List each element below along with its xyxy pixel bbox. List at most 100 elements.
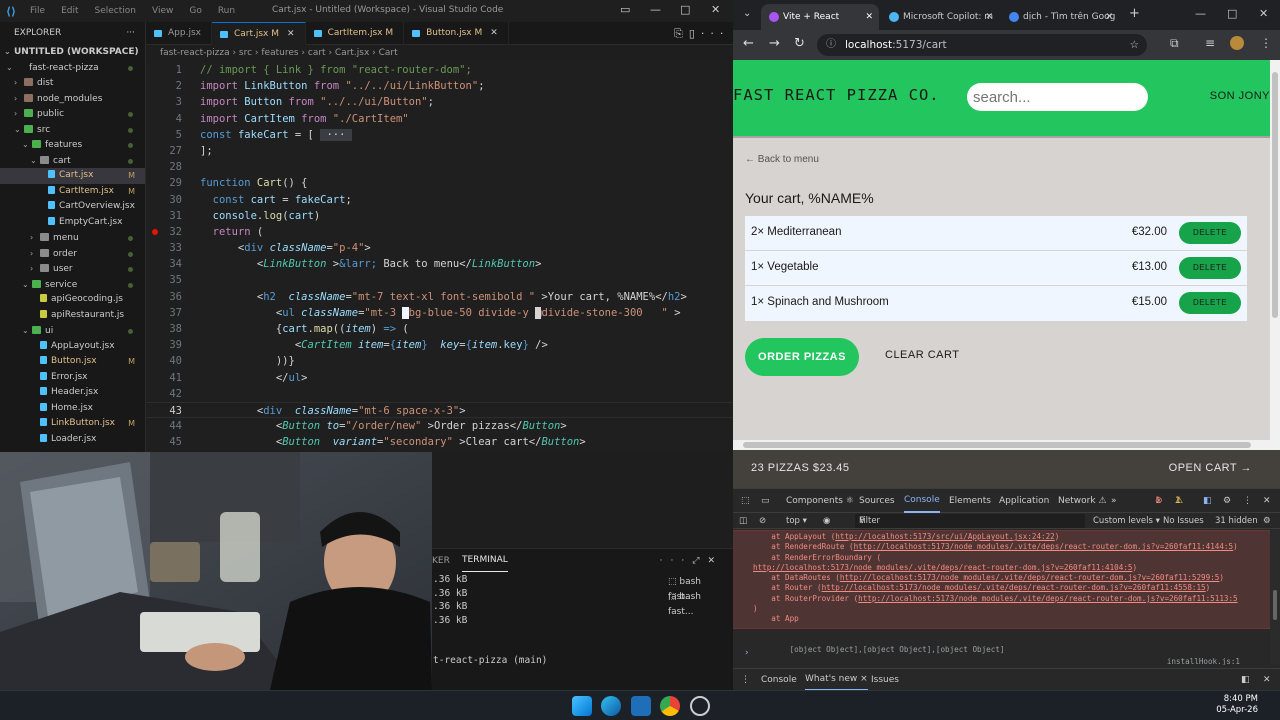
browser-tab-vite[interactable]: Vite + React ✕ [761, 4, 879, 30]
code-line[interactable]: 28 [146, 159, 733, 175]
device-toggle-icon[interactable]: ▭ [761, 489, 770, 513]
open-cart-link[interactable]: OPEN CART → [1169, 462, 1252, 474]
close-icon[interactable]: ✕ [1259, 7, 1268, 20]
scroll-thumb[interactable] [1272, 72, 1278, 318]
site-info-icon[interactable]: ⓘ [826, 34, 836, 56]
chrome-taskbar-icon[interactable] [660, 696, 680, 716]
breadcrumb[interactable]: fast-react-pizza › src › features › cart… [146, 45, 733, 62]
tree-file[interactable]: Cart.jsx M [0, 168, 145, 184]
browser-tab-copilot[interactable]: Microsoft Copilot: m ✕ [881, 4, 999, 30]
inspect-icon[interactable]: ⬚ [741, 489, 750, 513]
profile-avatar[interactable] [1230, 36, 1244, 50]
scroll-thumb[interactable] [743, 442, 1251, 448]
vertical-scrollbar[interactable] [1270, 60, 1280, 450]
tree-file[interactable]: apiGeocoding.js [0, 292, 145, 308]
delete-button[interactable]: DELETE [1179, 257, 1241, 279]
tree-folder[interactable]: ⌄ cart [0, 153, 145, 169]
stack-source-link[interactable]: http://localhost:5173/node_modules/.vite… [753, 563, 1132, 572]
code-line[interactable]: 2 import LinkButton from "../../ui/LinkBu… [146, 78, 733, 94]
tree-file[interactable]: AppLayout.jsx [0, 339, 145, 355]
code-line[interactable]: 40 ))} [146, 353, 733, 369]
drawer-tab-whats-new[interactable]: What's new × [805, 669, 868, 691]
menu-selection[interactable]: Selection [87, 6, 144, 16]
app-logo[interactable]: FAST REACT PIZZA CO. [733, 86, 940, 104]
drawer-menu-icon[interactable]: ⋮ [741, 669, 750, 692]
more-actions-icon[interactable]: ··· [701, 27, 730, 40]
close-tab-icon[interactable]: ✕ [490, 28, 498, 38]
tab-cart-jsx[interactable]: Cart.jsx M ✕ [211, 22, 306, 45]
browser-tab-google[interactable]: dịch - Tìm trên Goog ✕ [1001, 4, 1119, 30]
code-line[interactable]: 36 <h2 className="mt-7 text-xl font-semi… [146, 289, 733, 305]
bookmark-star-icon[interactable]: ☆ [1130, 34, 1139, 56]
close-tab-icon[interactable]: ✕ [865, 4, 873, 30]
scroll-thumb[interactable] [1273, 590, 1277, 620]
console-settings-icon[interactable]: ⚙ [1263, 513, 1271, 529]
sidebar-toggle-icon[interactable]: ◫ [739, 513, 747, 529]
console-scrollbar[interactable] [1270, 530, 1280, 665]
tab-button-jsx[interactable]: Button.jsx M ✕ [404, 22, 509, 45]
settings-gear-icon[interactable]: ⚙ [1223, 489, 1231, 513]
tab-components[interactable]: Components ⚛ [786, 489, 854, 513]
tree-file[interactable]: apiRestaurant.js [0, 308, 145, 324]
code-line[interactable]: 27]; [146, 143, 733, 159]
code-editor[interactable]: 1 // import { Link } from "react-router-d… [146, 62, 733, 452]
minimize-icon[interactable]: — [650, 3, 661, 16]
close-tab-icon[interactable]: ✕ [1105, 4, 1113, 30]
tab-elements[interactable]: Elements [949, 489, 991, 513]
chrome-menu-icon[interactable]: ⋮ [1260, 36, 1272, 50]
tree-folder[interactable]: › order [0, 246, 145, 262]
tree-file[interactable]: LinkButton.jsx M [0, 416, 145, 432]
close-icon[interactable]: ✕ [711, 3, 720, 16]
code-line[interactable]: 4 import CartItem from "./CartItem" [146, 111, 733, 127]
delete-button[interactable]: DELETE [1179, 292, 1241, 314]
code-line[interactable]: 3 import Button from "../../ui/Button"; [146, 94, 733, 110]
tree-folder[interactable]: ⌄ service [0, 277, 145, 293]
tab-application[interactable]: Application [999, 489, 1049, 513]
close-devtools-icon[interactable]: ✕ [1263, 489, 1271, 513]
media-icon[interactable]: ≡ [1205, 36, 1215, 50]
compare-icon[interactable]: ⎘ [674, 27, 689, 40]
code-line[interactable]: 35 [146, 272, 733, 288]
tab-network[interactable]: Network ⚠ [1058, 489, 1107, 513]
clear-cart-button[interactable]: CLEAR CART [885, 349, 959, 361]
log-source-link[interactable]: installHook.js:1 [1167, 656, 1240, 665]
new-tab-icon[interactable]: + [1129, 6, 1140, 21]
code-line[interactable]: 37 <ul className="mt-3 ■bg-blue-50 divid… [146, 305, 733, 321]
more-icon[interactable]: ··· [660, 556, 693, 566]
stack-source-link[interactable]: http://localhost:5173/src/ui/AppLayout.j… [835, 532, 1054, 541]
code-line[interactable]: 34 <LinkButton >&larr; Back to menu</Lin… [146, 256, 733, 272]
tab-problems[interactable]: KER [432, 549, 450, 573]
edge-icon[interactable] [601, 696, 621, 716]
extensions-icon[interactable]: ⧉ [1170, 36, 1179, 51]
tree-folder[interactable]: ⌄ ui [0, 323, 145, 339]
more-options-icon[interactable]: ⋮ [1243, 489, 1252, 513]
vscode-taskbar-icon[interactable] [631, 696, 651, 716]
eye-icon[interactable]: ◉ [823, 513, 830, 529]
tab-search-icon[interactable]: ⌄ [743, 8, 751, 19]
clear-console-icon[interactable]: ⊘ [759, 513, 766, 529]
tree-folder[interactable]: › user [0, 261, 145, 277]
filter-input[interactable]: ⊽ Filter [855, 514, 1085, 528]
code-line[interactable]: 42 [146, 386, 733, 402]
tab-sources[interactable]: Sources [859, 489, 895, 513]
tab-cartitem-jsx[interactable]: CartItem.jsx M [306, 22, 405, 45]
drawer-tab-issues[interactable]: Issues [871, 669, 899, 692]
maximize-icon[interactable]: □ [680, 3, 690, 16]
tree-file[interactable]: CartItem.jsx M [0, 184, 145, 200]
terminal-item[interactable]: ⬚ bash fast... [668, 590, 728, 617]
stack-source-link[interactable]: http://localhost:5173/node_modules/.vite… [822, 583, 1206, 592]
terminal-item[interactable]: ⬚ bash fast... [668, 575, 728, 602]
log-levels-dropdown[interactable]: Custom levels ▾ [1093, 513, 1160, 529]
order-pizzas-button[interactable]: ORDER PIZZAS [745, 338, 859, 376]
code-line[interactable]: 39 <CartItem item={item} key={item.key} … [146, 337, 733, 353]
reload-icon[interactable]: ↻ [794, 36, 805, 51]
github-desktop-icon[interactable] [690, 696, 710, 716]
code-line[interactable]: 41 </ul> [146, 370, 733, 386]
back-to-menu-link[interactable]: ← Back to menu [745, 154, 819, 165]
layout-icon[interactable]: ▭ [620, 3, 630, 16]
close-tab-icon[interactable]: ✕ [985, 4, 993, 30]
menu-view[interactable]: View [144, 6, 181, 16]
context-selector[interactable]: top ▾ [786, 513, 807, 529]
code-line[interactable]: 33 <div className="p-4"> [146, 240, 733, 256]
system-clock[interactable]: 8:40 PM 05-Apr-26 [1216, 694, 1258, 716]
